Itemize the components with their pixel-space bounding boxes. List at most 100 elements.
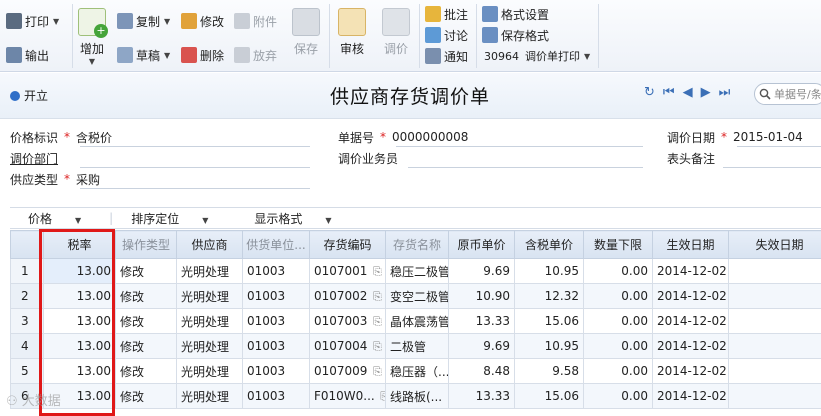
column-header-tax-price[interactable]: 含税单价 (515, 231, 584, 259)
qty-lower-limit-cell[interactable]: 0.00 (584, 284, 653, 309)
sort-menu[interactable]: 排序定位▼ (122, 210, 222, 227)
effective-date-cell[interactable]: 2014-12-02 (653, 384, 729, 409)
price-flag-field[interactable]: 价格标识* 含税价 (10, 127, 310, 147)
effective-date-cell[interactable]: 2014-12-02 (653, 359, 729, 384)
inventory-code-cell[interactable]: 0107004 ⎘ (310, 334, 386, 359)
column-header-tax-rate[interactable]: 税率 (44, 231, 116, 259)
tax-price-cell[interactable]: 10.95 (515, 334, 584, 359)
original-price-cell[interactable]: 13.33 (449, 309, 515, 334)
operation-type-cell[interactable]: 修改 (116, 334, 177, 359)
qty-lower-limit-cell[interactable]: 0.00 (584, 359, 653, 384)
tax-rate-cell[interactable]: 13.00 (44, 309, 116, 334)
inventory-name-cell[interactable]: 变空二极管 (386, 284, 449, 309)
format-settings-button[interactable]: 格式设置 (482, 3, 549, 25)
tax-price-cell[interactable]: 9.58 (515, 359, 584, 384)
add-button[interactable]: + 增加 ▼ (74, 8, 110, 66)
table-row[interactable]: 6 13.00 修改 光明处理 01003 F010W0... ⎘ 线路板(..… (11, 384, 821, 409)
adjust-date-field[interactable]: 调价日期* 2015-01-04 (667, 127, 821, 147)
qty-lower-limit-cell[interactable]: 0.00 (584, 259, 653, 284)
supplier-cell[interactable]: 光明处理 (177, 384, 243, 409)
refresh-icon[interactable]: ↻ (644, 85, 655, 100)
effective-date-cell[interactable]: 2014-12-02 (653, 309, 729, 334)
operation-type-cell[interactable]: 修改 (116, 259, 177, 284)
column-header-effective-date[interactable]: 生效日期 (653, 231, 729, 259)
supply-unit-cell[interactable]: 01003 (243, 334, 310, 359)
search-input[interactable]: 单据号/条码 (754, 83, 821, 105)
column-header-original-price[interactable]: 原币单价 (449, 231, 515, 259)
copy-button[interactable]: 复制▼ (117, 10, 170, 32)
column-header-supplier[interactable]: 供应商 (177, 231, 243, 259)
column-header-operation-type[interactable]: 操作类型 (116, 231, 177, 259)
print-button[interactable]: 打印▼ (6, 10, 59, 32)
table-row[interactable]: 2 13.00 修改 光明处理 01003 0107002 ⎘ 变空二极管 10… (11, 284, 821, 309)
header-remark-field[interactable]: 表头备注 (667, 148, 821, 168)
qty-lower-limit-cell[interactable]: 0.00 (584, 384, 653, 409)
save-format-button[interactable]: 保存格式 (482, 24, 549, 46)
supply-unit-cell[interactable]: 01003 (243, 309, 310, 334)
abandon-button[interactable]: 放弃 (234, 44, 277, 66)
effective-date-cell[interactable]: 2014-12-02 (653, 334, 729, 359)
tax-rate-cell[interactable]: 13.00 (44, 334, 116, 359)
supplier-cell[interactable]: 光明处理 (177, 284, 243, 309)
supply-unit-cell[interactable]: 01003 (243, 384, 310, 409)
operation-type-cell[interactable]: 修改 (116, 284, 177, 309)
previous-record-icon[interactable]: ◀ (683, 85, 693, 100)
doc-number-field[interactable]: 单据号* 0000000008 (338, 127, 643, 147)
column-header-expiry-date[interactable]: 失效日期 (729, 231, 821, 259)
expiry-date-cell[interactable] (729, 334, 821, 359)
table-row[interactable]: 3 13.00 修改 光明处理 01003 0107003 ⎘ 晶体震荡管 13… (11, 309, 821, 334)
column-header-inventory-name[interactable]: 存货名称 (386, 231, 449, 259)
supply-type-field[interactable]: 供应类型* 采购 (10, 169, 310, 189)
display-format-menu[interactable]: 显示格式▼ (245, 210, 345, 227)
supplier-cell[interactable]: 光明处理 (177, 259, 243, 284)
notify-button[interactable]: 通知 (425, 45, 468, 67)
next-record-icon[interactable]: ▶ (701, 85, 711, 100)
annotate-button[interactable]: 批注 (425, 3, 468, 25)
export-button[interactable]: 输出 (6, 44, 49, 66)
inventory-code-cell[interactable]: 0107002 ⎘ (310, 284, 386, 309)
column-header-inventory-code[interactable]: 存货编码 (310, 231, 386, 259)
inventory-code-cell[interactable]: 0107003 ⎘ (310, 309, 386, 334)
audit-button[interactable]: 审核 (334, 8, 370, 57)
operation-type-cell[interactable]: 修改 (116, 384, 177, 409)
attachment-button[interactable]: 附件 (234, 10, 277, 32)
supplier-cell[interactable]: 光明处理 (177, 334, 243, 359)
supply-unit-cell[interactable]: 01003 (243, 284, 310, 309)
tax-rate-cell[interactable]: 13.00 (44, 259, 116, 284)
supplier-cell[interactable]: 光明处理 (177, 309, 243, 334)
effective-date-cell[interactable]: 2014-12-02 (653, 284, 729, 309)
tax-price-cell[interactable]: 15.06 (515, 309, 584, 334)
last-record-icon[interactable]: ⏭ (719, 85, 731, 100)
operation-type-cell[interactable]: 修改 (116, 359, 177, 384)
supply-unit-cell[interactable]: 01003 (243, 359, 310, 384)
adjust-button[interactable]: 调价 (378, 8, 414, 57)
tax-rate-cell[interactable]: 13.00 (44, 284, 116, 309)
tax-rate-cell[interactable]: 13.00 (44, 359, 116, 384)
original-price-cell[interactable]: 9.69 (449, 334, 515, 359)
table-row[interactable]: 4 13.00 修改 光明处理 01003 0107004 ⎘ 二极管 9.69… (11, 334, 821, 359)
first-record-icon[interactable]: ⏮ (663, 85, 675, 100)
tax-price-cell[interactable]: 15.06 (515, 384, 584, 409)
inventory-code-cell[interactable]: F010W0... ⎘ (310, 384, 386, 409)
discuss-button[interactable]: 讨论 (425, 24, 468, 46)
operation-type-cell[interactable]: 修改 (116, 309, 177, 334)
expiry-date-cell[interactable] (729, 384, 821, 409)
modify-button[interactable]: 修改 (181, 10, 224, 32)
table-row[interactable]: 1 13.00 修改 光明处理 01003 0107001 ⎘ 稳压二极管 9.… (11, 259, 821, 284)
expiry-date-cell[interactable] (729, 259, 821, 284)
original-price-cell[interactable]: 13.33 (449, 384, 515, 409)
tax-price-cell[interactable]: 10.95 (515, 259, 584, 284)
column-header-supply-unit[interactable]: 供货单位... (243, 231, 310, 259)
print-template-select[interactable]: 30964 调价单打印▼ (484, 45, 590, 67)
adjust-department-field[interactable]: 调价部门 (10, 148, 310, 168)
inventory-name-cell[interactable]: 稳压器（... (386, 359, 449, 384)
save-button[interactable]: 保存 (288, 8, 324, 57)
original-price-cell[interactable]: 8.48 (449, 359, 515, 384)
tax-price-cell[interactable]: 12.32 (515, 284, 584, 309)
inventory-name-cell[interactable]: 二极管 (386, 334, 449, 359)
expiry-date-cell[interactable] (729, 284, 821, 309)
inventory-name-cell[interactable]: 线路板(... (386, 384, 449, 409)
table-row[interactable]: 5 13.00 修改 光明处理 01003 0107009 ⎘ 稳压器（... … (11, 359, 821, 384)
draft-button[interactable]: 草稿▼ (117, 44, 170, 66)
original-price-cell[interactable]: 10.90 (449, 284, 515, 309)
